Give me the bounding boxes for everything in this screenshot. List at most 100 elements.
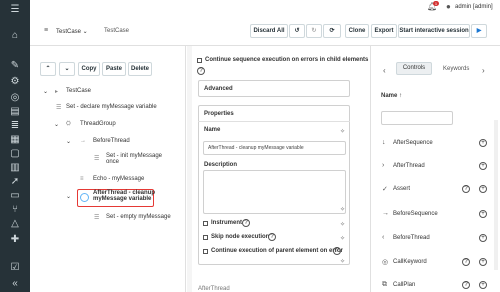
continue-parent-checkbox[interactable]	[203, 249, 208, 254]
dynamic-icon[interactable]: ✧	[340, 128, 345, 135]
play-button[interactable]: ▶	[471, 24, 487, 38]
dynamic-icon[interactable]: ✧	[340, 206, 345, 213]
properties-header: Properties	[204, 111, 234, 117]
variable-icon: ☰	[56, 105, 62, 111]
add-icon[interactable]: +	[479, 139, 487, 147]
export-button[interactable]: Export	[371, 24, 397, 38]
footer-label: AfterThread	[198, 286, 230, 292]
description-textarea[interactable]	[203, 170, 346, 214]
chevron-down-icon[interactable]: ⌄	[43, 88, 48, 95]
user-label[interactable]: admin [admin]	[455, 4, 493, 10]
add-icon[interactable]: +	[479, 258, 487, 266]
delete-button[interactable]: Delete	[128, 62, 152, 76]
file-icon[interactable]: ▤	[9, 106, 21, 118]
tree-toggle-icon[interactable]: ≡	[44, 27, 48, 34]
monitor-icon[interactable]: ▭	[9, 190, 21, 202]
filter-input[interactable]	[381, 111, 453, 125]
discard-all-button[interactable]: Discard All	[250, 24, 288, 38]
control-item[interactable]: CallPlan	[393, 282, 415, 288]
chevron-right-icon[interactable]: ›	[482, 66, 485, 75]
control-item[interactable]: BeforeThread	[393, 235, 430, 241]
tab-controls[interactable]: Controls	[396, 62, 432, 75]
tree-node-beforethread[interactable]: BeforeThread	[93, 138, 130, 144]
divider	[198, 121, 350, 122]
control-item[interactable]: CallKeyword	[393, 259, 427, 265]
report-icon[interactable]: ▥	[9, 162, 21, 174]
branch-icon[interactable]: ⑂	[9, 204, 21, 216]
add-icon[interactable]: +	[479, 210, 487, 218]
warning-icon[interactable]: △	[9, 218, 21, 230]
control-item[interactable]: AfterSequence	[393, 140, 433, 146]
control-item[interactable]: Assert	[393, 186, 410, 192]
dynamic-icon[interactable]: ✧	[340, 235, 345, 242]
variable-icon: ☰	[94, 215, 100, 221]
tab-keywords[interactable]: Keywords	[443, 66, 469, 72]
instrument-label: Instrument	[211, 220, 243, 226]
add-icon[interactable]: +	[479, 162, 487, 170]
notification-badge: 1	[433, 1, 439, 6]
refresh-button[interactable]: ⟳	[323, 24, 341, 38]
control-item[interactable]: AfterThread	[393, 163, 425, 169]
undo-button[interactable]: ↺	[289, 24, 305, 38]
document-icon[interactable]: ▢	[9, 148, 21, 160]
move-down-button[interactable]: ⌄	[59, 62, 75, 76]
dynamic-icon[interactable]: ✧	[340, 258, 345, 265]
edit-icon[interactable]: ✎	[9, 60, 21, 72]
user-icon: ●	[446, 2, 451, 11]
advanced-label: Advanced	[204, 86, 233, 92]
menu-icon[interactable]: ☰	[9, 4, 21, 16]
tree-node-set-empty[interactable]: Set - empty myMessage	[106, 214, 171, 220]
scrollbar[interactable]	[494, 120, 498, 270]
control-item[interactable]: BeforeSequence	[393, 211, 438, 217]
tools-icon[interactable]: ✚	[9, 234, 21, 246]
echo-icon: ≡	[80, 176, 84, 182]
dynamic-icon[interactable]: ✧	[340, 221, 345, 228]
home-icon[interactable]: ⌂	[9, 30, 21, 42]
tree-node-afterthread-line2: myMessage variable	[93, 196, 152, 202]
help-icon[interactable]: ?	[268, 233, 276, 241]
help-icon[interactable]: ?	[333, 247, 341, 255]
add-icon[interactable]: +	[479, 281, 487, 289]
tree-node-set-init-line2: once	[106, 159, 120, 165]
call-plan-icon: ⧉	[382, 281, 387, 288]
list-icon[interactable]: ≣	[9, 120, 21, 132]
clone-button[interactable]: Clone	[345, 24, 369, 38]
help-icon[interactable]: ?	[462, 185, 470, 193]
move-up-button[interactable]: ⌃	[40, 62, 56, 76]
skip-node-checkbox[interactable]	[203, 235, 208, 240]
chevron-down-icon[interactable]: ⌄	[66, 193, 71, 200]
grid-icon[interactable]: ▦	[9, 134, 21, 146]
paste-button[interactable]: Paste	[102, 62, 126, 76]
settings-icon[interactable]: ⚙	[9, 76, 21, 88]
chevron-down-icon[interactable]: ⌄	[66, 138, 71, 145]
name-column-header[interactable]: Name ↑	[381, 93, 402, 99]
call-keyword-icon: ◎	[382, 259, 389, 266]
dashboard-icon[interactable]: ◎	[9, 92, 21, 104]
tree-node-set-init[interactable]: Set - init myMessage once	[106, 153, 162, 165]
collapse-icon[interactable]: «	[9, 278, 21, 290]
variable-icon: ☰	[94, 156, 100, 162]
tree-node-echo[interactable]: Echo - myMessage	[93, 176, 144, 182]
tree-node-afterthread[interactable]: AfterThread - cleanup myMessage variable	[93, 190, 155, 202]
node-icon: ▸	[55, 89, 59, 95]
tree-node-set-declare[interactable]: Set - declare myMessage variable	[66, 104, 157, 110]
help-icon[interactable]: ?	[462, 258, 470, 266]
after-sequence-icon: ↓	[382, 139, 386, 146]
chevron-left-icon[interactable]: ‹	[383, 66, 386, 75]
tree-node-testcase[interactable]: TestCase	[66, 88, 91, 94]
help-icon[interactable]: ?	[242, 219, 250, 227]
add-icon[interactable]: +	[479, 185, 487, 193]
redo-button[interactable]: ↻	[306, 24, 322, 38]
help-icon[interactable]: ?	[197, 67, 205, 75]
instrument-checkbox[interactable]	[203, 221, 208, 226]
testcase-selector[interactable]: TestCase ⌄	[56, 28, 88, 35]
continue-sequence-checkbox[interactable]	[197, 58, 202, 63]
help-icon[interactable]: ?	[462, 281, 470, 289]
tree-node-threadgroup[interactable]: ThreadGroup	[80, 121, 116, 127]
rocket-icon[interactable]: ➚	[9, 176, 21, 188]
chevron-down-icon[interactable]: ⌄	[54, 121, 59, 128]
add-icon[interactable]: +	[479, 234, 487, 242]
start-session-button[interactable]: Start interactive session	[398, 24, 470, 38]
checklist-icon[interactable]: ☑	[9, 262, 21, 274]
copy-button[interactable]: Copy	[78, 62, 100, 76]
